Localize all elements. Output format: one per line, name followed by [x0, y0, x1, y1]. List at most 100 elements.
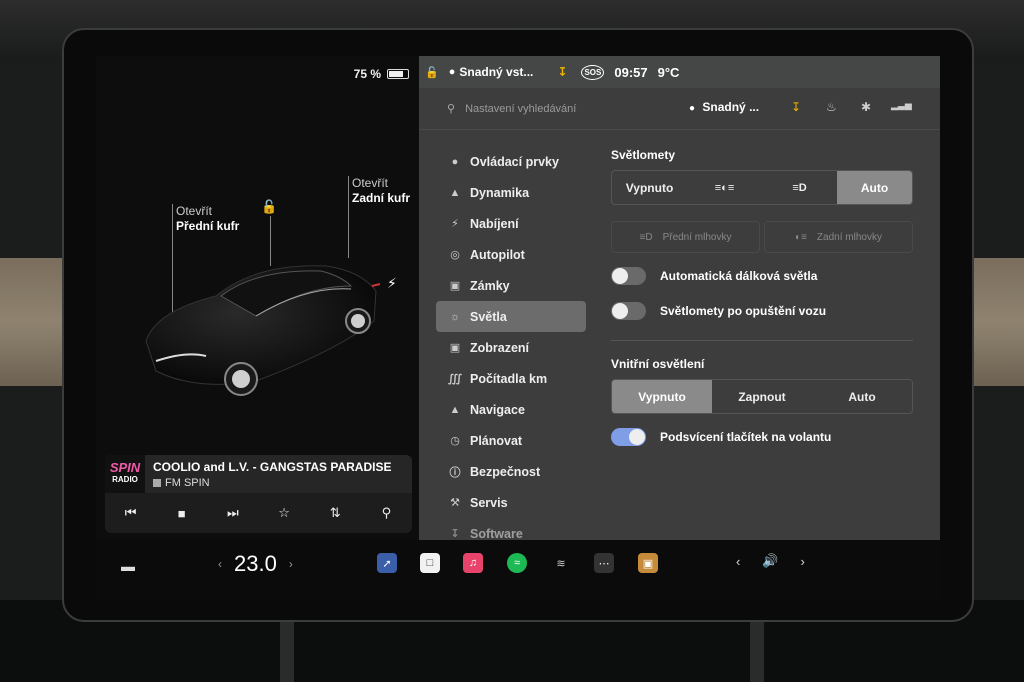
navigation-icon: ▲ — [449, 403, 461, 416]
stop-icon[interactable]: ■ — [167, 506, 197, 521]
equalizer-icon[interactable]: ⇅ — [320, 505, 350, 521]
steering-backlight-toggle[interactable] — [611, 427, 646, 446]
cabin-temperature-control: ‹ 23.0 › — [218, 551, 293, 577]
headlights-off-option[interactable]: Vypnuto — [612, 171, 687, 204]
front-fog-button[interactable]: ≡D Přední mlhovky — [611, 221, 760, 253]
nav-item-charging[interactable]: ⚡ Nabíjení — [436, 208, 586, 239]
nav-item-dynamics[interactable]: ▲ Dynamika — [436, 177, 586, 208]
settings-nav: ● Ovládací prvky ▲ Dynamika ⚡ Nabíjení ◎ Aut… — [436, 146, 586, 549]
lte-signal-icon: ▂▃▅ — [891, 100, 912, 110]
clock: 09:57 — [614, 64, 648, 80]
logo-top-text: SPIN — [109, 460, 141, 475]
settings-search-input[interactable] — [465, 102, 666, 115]
nav-item-display[interactable]: ▣ Zobrazení — [436, 332, 586, 363]
volume-up-chevron-icon[interactable]: › — [801, 554, 805, 569]
headlights-title: Světlomety — [611, 148, 676, 162]
nav-item-schedule[interactable]: ◷ Plánovat — [436, 425, 586, 456]
battery-percent: 75 % — [353, 67, 381, 81]
headlights-after-exit-toggle[interactable] — [611, 301, 646, 320]
touchscreen: 75 % Otevřít Přední kufr Otevřít Zadní k… — [96, 56, 940, 600]
sos-badge[interactable]: SOS — [581, 64, 605, 80]
settings-pane: 🔓 ● Snadný vst... ↧ SOS 09:57 9°C ⚲ ● Sn… — [419, 56, 940, 541]
volume-down-chevron-icon[interactable]: ‹ — [736, 554, 740, 569]
bell-icon[interactable]: ♨ — [826, 100, 837, 114]
search-icon[interactable]: ⚲ — [371, 505, 401, 521]
music-app-icon[interactable]: ♫ — [463, 553, 483, 573]
nav-item-safety[interactable]: ⓘ Bezpečnost — [436, 456, 586, 487]
station-name: FM SPIN — [165, 476, 210, 489]
auto-high-beam-toggle[interactable] — [611, 266, 646, 285]
charge-port-icon[interactable]: ⚡ — [387, 275, 397, 292]
photos-app-icon[interactable]: ▣ — [638, 553, 658, 573]
nav-label: Počítadla km — [470, 371, 548, 386]
topbar-profile[interactable]: Snadný vst... — [459, 65, 533, 79]
speaker-icon[interactable]: 🔊 — [762, 553, 778, 569]
nav-item-trips[interactable]: ∭ Počítadla km — [436, 363, 586, 394]
clock-icon: ◷ — [450, 435, 460, 447]
update-download-icon[interactable]: ↧ — [557, 65, 567, 79]
navigation-app-icon[interactable]: ➚ — [377, 553, 397, 573]
logo-bottom-text: RADIO — [112, 475, 138, 484]
more-apps-icon[interactable]: ⋯ — [594, 553, 614, 573]
nav-label: Software — [470, 526, 523, 541]
favorite-star-icon[interactable]: ☆ — [269, 505, 299, 521]
rear-fog-button[interactable]: ◐≡ Zadní mlhovky — [764, 221, 913, 253]
previous-track-icon[interactable]: ⏮ — [116, 505, 146, 521]
low-beam-icon: ≡D — [792, 181, 807, 194]
display-icon: ▣ — [449, 342, 461, 354]
section-divider — [611, 340, 913, 341]
bolt-icon: ⚡ — [451, 218, 459, 230]
cabin-temperature[interactable]: 23.0 — [234, 551, 277, 577]
steering-backlight-row: Podsvícení tlačítek na volantu — [611, 419, 913, 454]
rear-trunk-button[interactable]: Otevřít Zadní kufr — [352, 176, 410, 206]
nav-item-navigation[interactable]: ▲ Navigace — [436, 394, 586, 425]
front-trunk-button[interactable]: Otevřít Přední kufr — [176, 204, 239, 234]
headlights-segmented-control: Vypnuto ≡◐≡ ≡D Auto — [611, 170, 913, 205]
next-track-icon[interactable]: ⏭ — [218, 505, 248, 521]
nav-item-autopilot[interactable]: ◎ Autopilot — [436, 239, 586, 270]
outside-temperature: 9°C — [657, 64, 680, 80]
headlights-auto-option[interactable]: Auto — [837, 171, 912, 204]
interior-lights-segmented-control: Vypnuto Zapnout Auto — [611, 379, 913, 414]
defrost-icon[interactable]: ≋ — [551, 553, 571, 573]
spotify-app-icon[interactable]: ≈ — [507, 553, 527, 573]
nav-label: Zámky — [470, 278, 510, 293]
parking-lights-option[interactable]: ≡◐≡ — [687, 171, 762, 204]
headlights-after-exit-label: Světlomety po opuštění vozu — [660, 303, 827, 318]
unlock-icon[interactable]: 🔓 — [261, 199, 277, 215]
car-icon[interactable]: ▬ — [121, 558, 135, 574]
nav-item-lights[interactable]: ☼ Světla — [436, 301, 586, 332]
nav-item-controls[interactable]: ● Ovládací prvky — [436, 146, 586, 177]
media-player[interactable]: SPIN RADIO COOLIO and L.V. - GANGSTAS PA… — [105, 455, 412, 533]
lock-status-icon[interactable]: 🔓 — [425, 66, 439, 79]
interior-off-option[interactable]: Vypnuto — [612, 380, 712, 413]
media-controls: ⏮ ■ ⏭ ☆ ⇅ ⚲ — [105, 493, 412, 533]
top-status-bar: 🔓 ● Snadný vst... ↧ SOS 09:57 9°C — [419, 56, 940, 88]
station-name-row: FM SPIN — [153, 477, 391, 489]
trip-icon: ∭ — [447, 373, 463, 385]
download-icon[interactable]: ↧ — [791, 100, 801, 114]
bluetooth-icon[interactable]: ✱ — [861, 100, 871, 114]
car-pane: 75 % Otevřít Přední kufr Otevřít Zadní k… — [96, 56, 419, 540]
lock-icon: ▣ — [449, 280, 461, 292]
auto-high-beam-row: Automatická dálková světla — [611, 258, 913, 293]
calendar-app-icon[interactable]: □ — [420, 553, 440, 573]
interior-auto-option[interactable]: Auto — [812, 380, 912, 413]
nav-label: Dynamika — [470, 185, 530, 200]
toggle-icon: ● — [451, 155, 459, 168]
front-fog-icon: ≡D — [639, 231, 653, 243]
nav-item-service[interactable]: ⚒ Servis — [436, 487, 586, 518]
rear-trunk-action: Otevřít — [352, 176, 389, 190]
car-3d-model — [145, 265, 381, 396]
nav-item-locks[interactable]: ▣ Zámky — [436, 270, 586, 301]
sun-icon: ☼ — [449, 310, 461, 323]
interior-on-option[interactable]: Zapnout — [712, 380, 812, 413]
header-profile-button[interactable]: ● Snadný ... — [689, 100, 759, 114]
stand-right — [750, 620, 764, 682]
temp-down-chevron-icon[interactable]: ‹ — [218, 557, 222, 571]
low-beam-option[interactable]: ≡D — [762, 171, 837, 204]
front-trunk-action: Otevřít — [176, 204, 213, 218]
temp-up-chevron-icon[interactable]: › — [289, 557, 293, 571]
interior-lights-title: Vnitřní osvětlení — [611, 357, 705, 371]
car-icon: ▲ — [449, 186, 461, 199]
